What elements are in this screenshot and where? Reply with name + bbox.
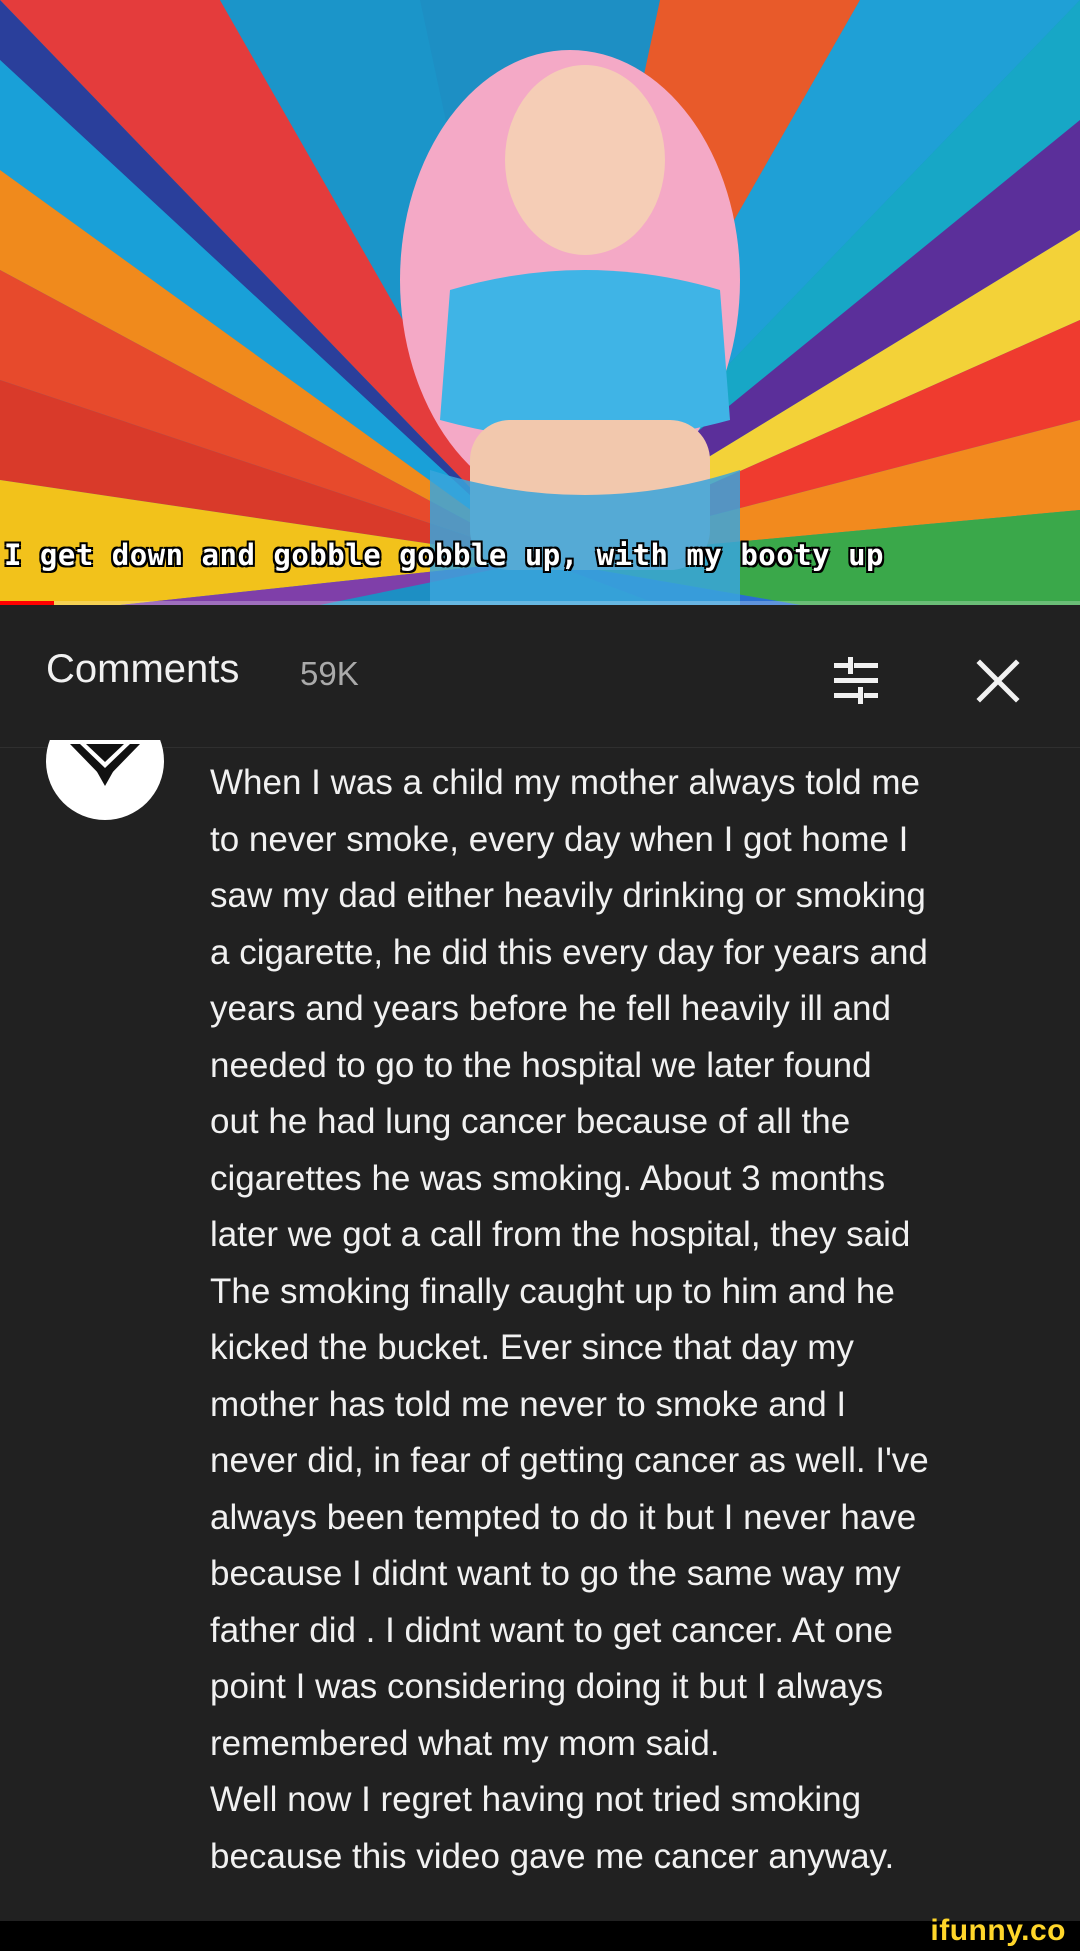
commenter-avatar[interactable] xyxy=(46,740,164,820)
video-progress-bar[interactable] xyxy=(0,601,1080,605)
comments-header: Comments 59K xyxy=(0,607,1080,748)
ifunny-watermark: ifunny.co xyxy=(930,1914,1066,1947)
video-frame xyxy=(0,0,1080,605)
comment-text: When I was a child my mother always told… xyxy=(210,763,929,1876)
sort-filter-button[interactable] xyxy=(826,651,886,711)
footer-bar xyxy=(0,1921,1080,1951)
comments-title: Comments xyxy=(46,647,240,691)
close-icon xyxy=(976,659,1020,703)
comments-count: 59K xyxy=(300,655,359,692)
emblem-avatar-icon xyxy=(70,744,140,786)
sort-filter-icon xyxy=(834,657,878,704)
video-caption: I get down and gobble gobble up, with my… xyxy=(4,538,885,572)
close-comments-button[interactable] xyxy=(968,651,1028,711)
video-player[interactable]: I get down and gobble gobble up, with my… xyxy=(0,0,1080,605)
video-progress-fill xyxy=(0,601,54,605)
